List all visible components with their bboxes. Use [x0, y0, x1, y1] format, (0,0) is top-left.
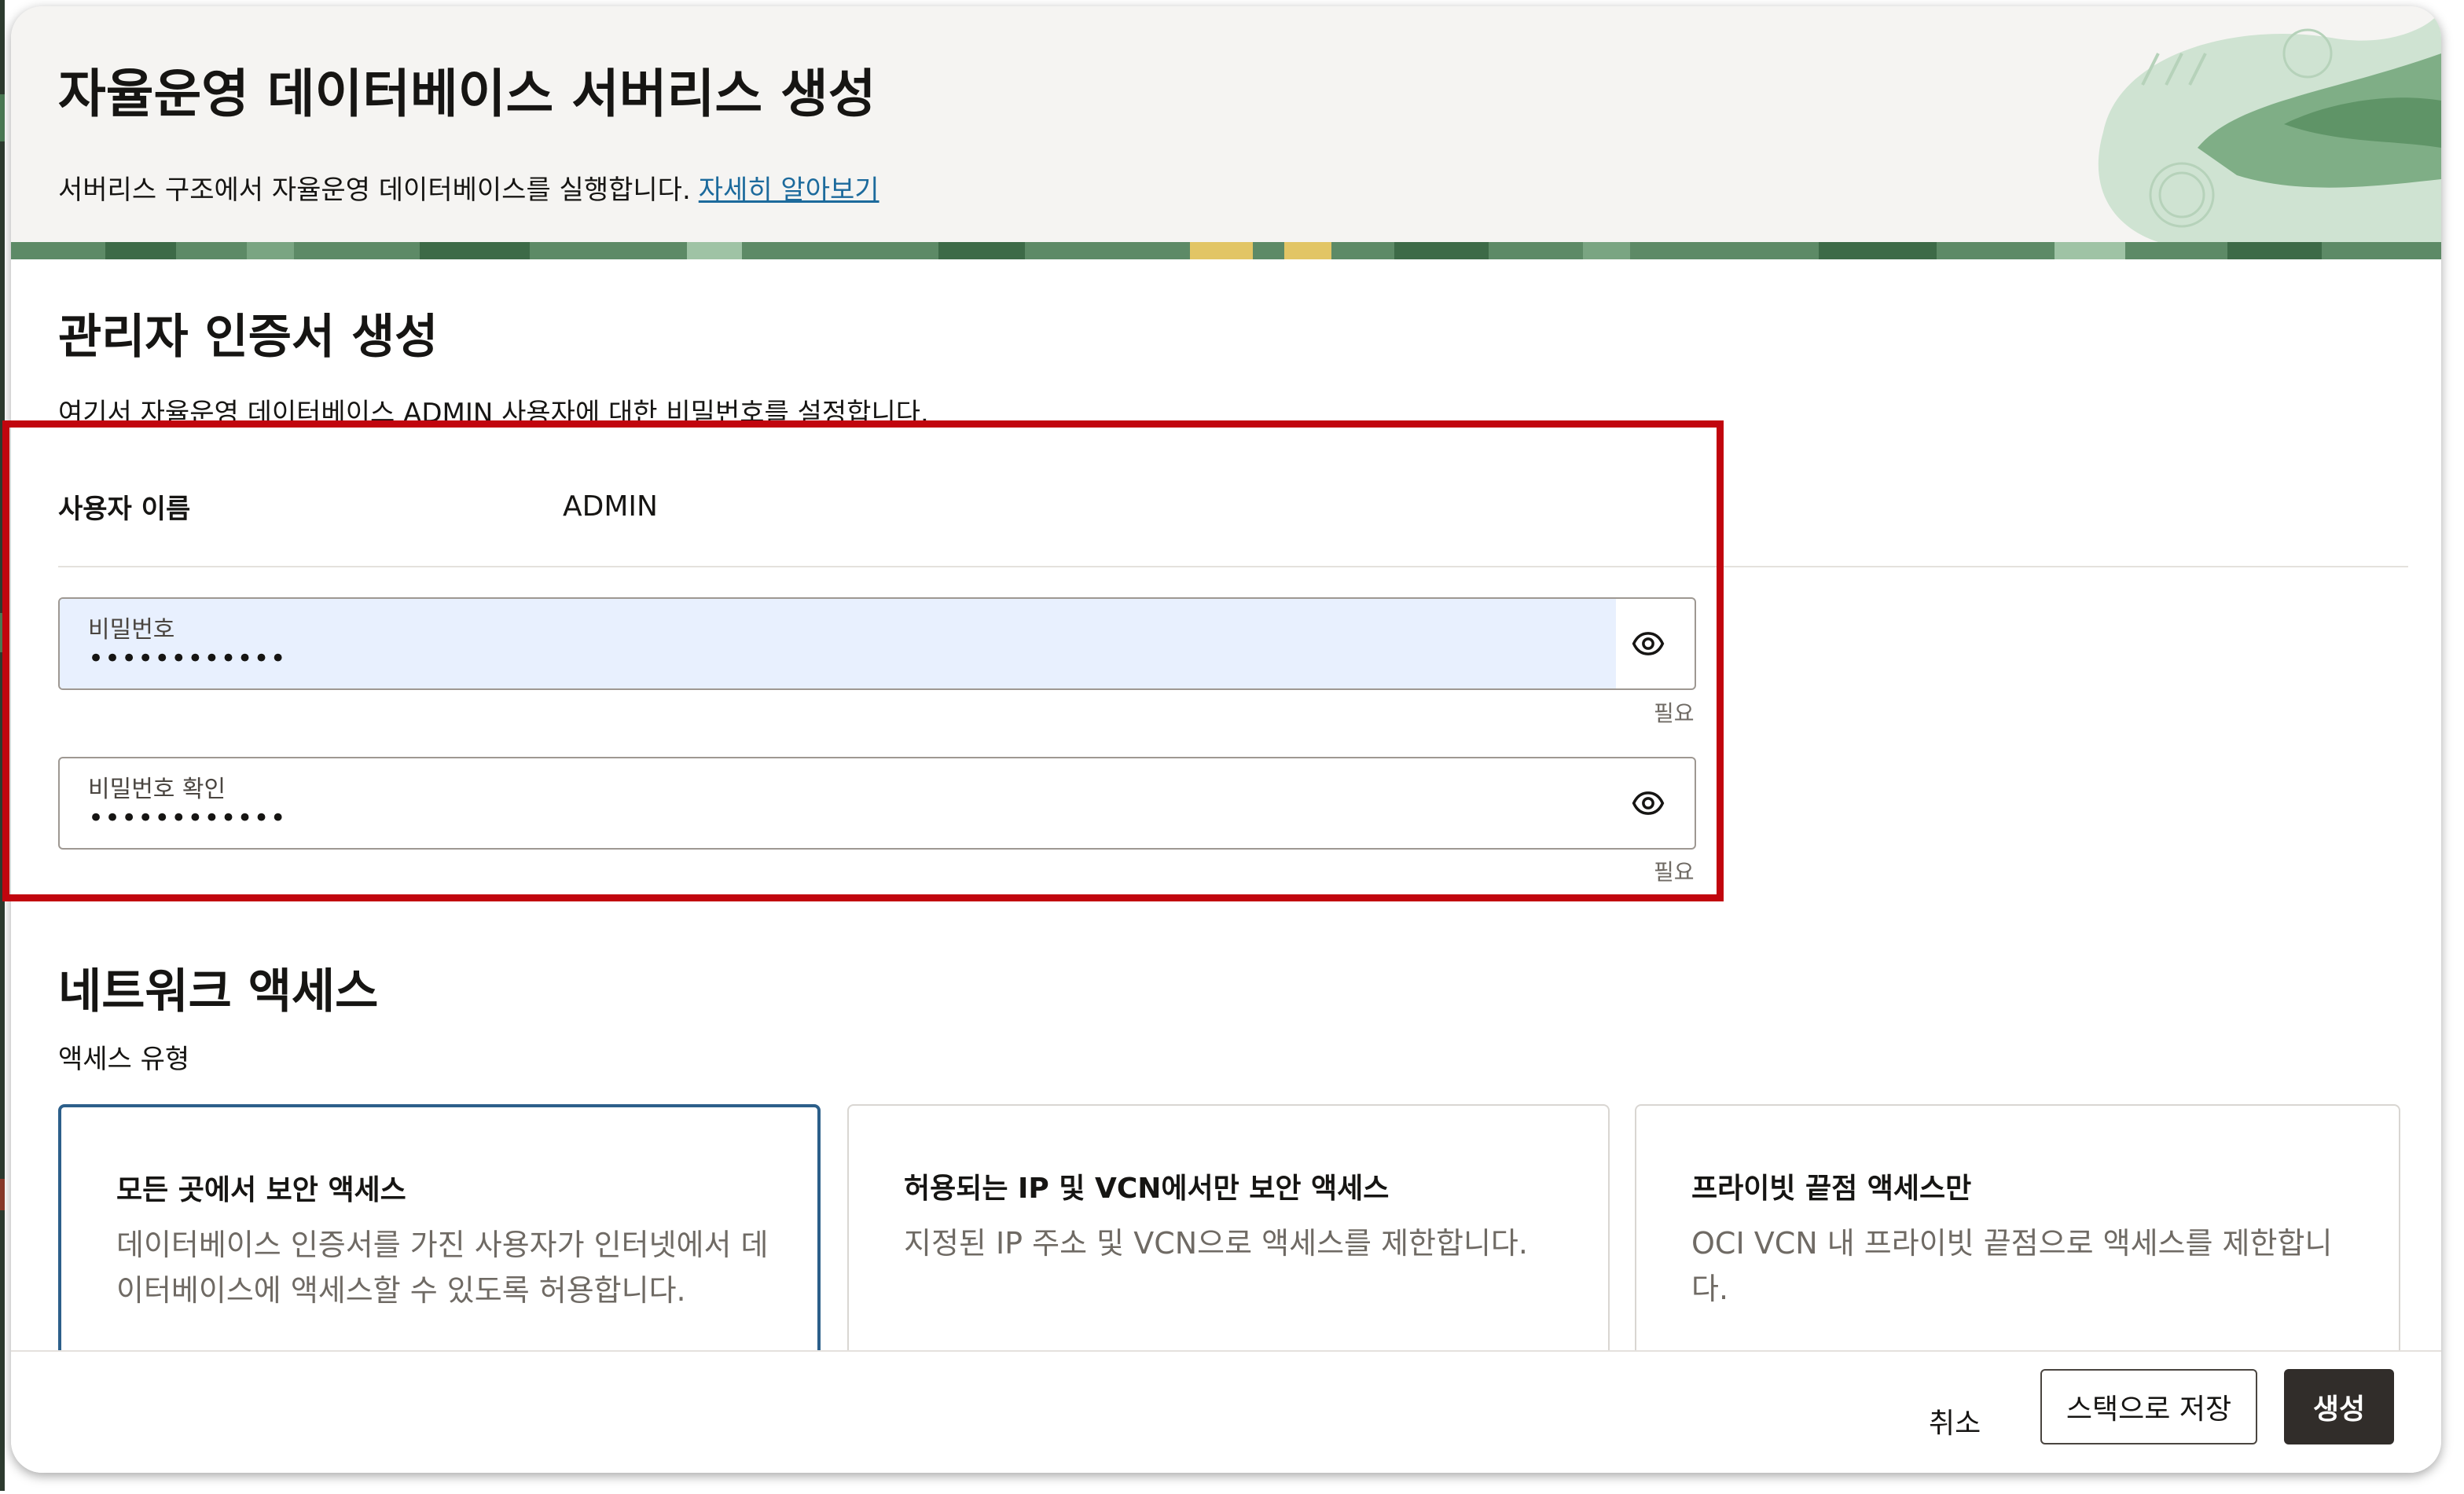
save-as-stack-button[interactable]: 스택으로 저장: [2040, 1369, 2257, 1444]
page-subtitle-text: 서버리스 구조에서 자율운영 데이터베이스를 실행합니다.: [58, 174, 691, 206]
access-option-title: 모든 곳에서 보안 액세스: [116, 1174, 406, 1206]
decorative-strip: [11, 242, 2441, 259]
access-option-private-endpoint[interactable]: 프라이빗 끝점 액세스만 OCI VCN 내 프라이빗 끝점으로 액세스를 제한…: [1635, 1104, 2400, 1371]
access-option-description: 지정된 IP 주소 및 VCN으로 액세스를 제한합니다.: [904, 1226, 1528, 1261]
access-option-description: OCI VCN 내 프라이빗 끝점으로 액세스를 제한합니다.: [1691, 1226, 2333, 1306]
access-type-label: 액세스 유형: [58, 1044, 190, 1075]
learn-more-link[interactable]: 자세히 알아보기: [699, 174, 879, 206]
network-section-title: 네트워크 액세스: [58, 964, 379, 1019]
access-option-allowed-ips[interactable]: 허용되는 IP 및 VCN에서만 보안 액세스 지정된 IP 주소 및 VCN으…: [847, 1104, 1610, 1371]
create-button[interactable]: 생성: [2284, 1369, 2394, 1444]
credentials-highlight-box: [2, 420, 1724, 901]
access-option-title: 허용되는 IP 및 VCN에서만 보안 액세스: [904, 1173, 1390, 1205]
credentials-section-title: 관리자 인증서 생성: [58, 310, 439, 365]
action-footer: 취소 스택으로 저장 생성: [11, 1350, 2441, 1473]
access-option-description: 데이터베이스 인증서를 가진 사용자가 인터넷에서 데이터베이스에 액세스할 수…: [116, 1228, 769, 1308]
page-header: 자율운영 데이터베이스 서버리스 생성 서버리스 구조에서 자율운영 데이터베이…: [11, 6, 2441, 259]
page-title: 자율운영 데이터베이스 서버리스 생성: [58, 64, 876, 124]
cancel-button[interactable]: 취소: [1929, 1400, 1981, 1441]
access-option-anywhere[interactable]: 모든 곳에서 보안 액세스 데이터베이스 인증서를 가진 사용자가 인터넷에서 …: [58, 1104, 821, 1371]
access-option-title: 프라이빗 끝점 액세스만: [1691, 1173, 1972, 1205]
page-subtitle: 서버리스 구조에서 자율운영 데이터베이스를 실행합니다. 자세히 알아보기: [58, 168, 879, 207]
decorative-header-art: [2098, 6, 2441, 242]
